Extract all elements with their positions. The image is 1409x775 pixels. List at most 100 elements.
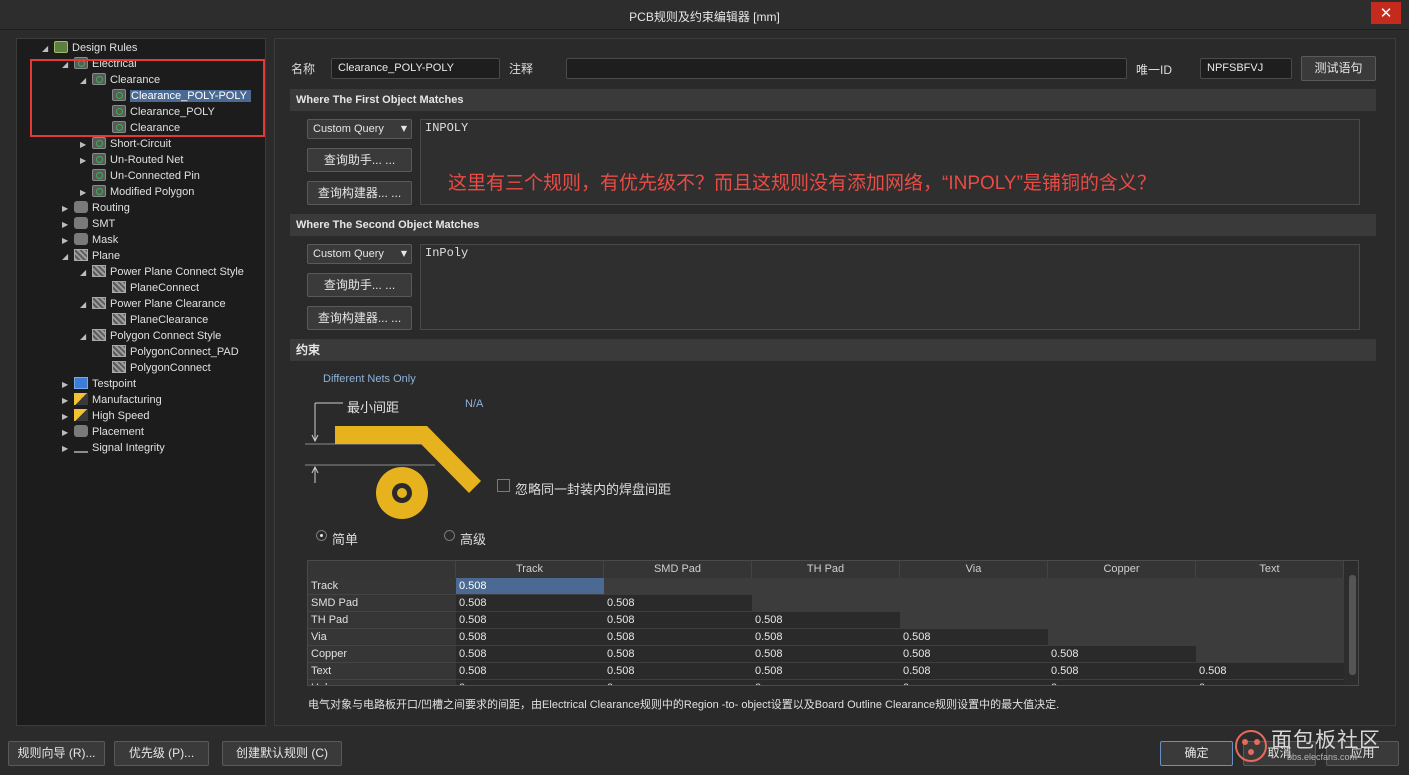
matrix-cell[interactable]: 0.508 <box>456 595 604 612</box>
unique-id-field[interactable]: NPFSBFVJ <box>1200 58 1292 79</box>
matrix-cell[interactable]: 0.508 <box>456 578 604 595</box>
expand-arrow-icon[interactable]: ▶ <box>62 233 74 249</box>
matrix-scrollbar[interactable] <box>1349 575 1356 675</box>
tree-item[interactable]: ▶ High Speed <box>62 408 150 424</box>
expand-arrow-icon[interactable]: ▶ <box>62 441 74 457</box>
tree-item[interactable]: ▶ Short-Circuit <box>80 136 171 152</box>
matrix-cell[interactable]: 0.508 <box>604 612 752 629</box>
unique-id-label: 唯一ID <box>1136 63 1173 77</box>
tree-item[interactable]: ◢ Polygon Connect Style <box>80 328 221 344</box>
tree-item-label: Placement <box>92 426 144 438</box>
tree-item[interactable]: Un-Connected Pin <box>80 168 200 184</box>
tree-item[interactable]: ▶ Routing <box>62 200 130 216</box>
expand-arrow-icon[interactable]: ▶ <box>62 201 74 217</box>
test-query-button[interactable]: 测试语句 <box>1301 56 1376 81</box>
matrix-column-header: TH Pad <box>752 561 900 578</box>
tree-item[interactable]: ▶ SMT <box>62 216 115 232</box>
tree-item[interactable]: ◢ Design Rules <box>42 40 137 56</box>
first-match-header: Where The First Object Matches <box>290 89 1376 111</box>
second-query-helper-button[interactable]: 查询助手... ... <box>307 273 412 297</box>
expand-arrow-icon[interactable]: ▶ <box>80 153 92 169</box>
tree-item[interactable]: ◢ Power Plane Clearance <box>80 296 226 312</box>
create-default-rules-button[interactable]: 创建默认规则 (C) <box>222 741 342 766</box>
matrix-cell[interactable]: 0.508 <box>752 629 900 646</box>
tree-item[interactable]: ◢ Power Plane Connect Style <box>80 264 244 280</box>
ok-button[interactable]: 确定 <box>1160 741 1233 766</box>
advanced-mode-label: 高级 <box>460 532 487 547</box>
collapse-arrow-icon[interactable]: ◢ <box>80 329 92 345</box>
expand-arrow-icon[interactable]: ▶ <box>62 425 74 441</box>
expand-arrow-icon[interactable]: ▶ <box>62 393 74 409</box>
first-query-type-dropdown[interactable]: Custom Query ▼ <box>307 119 412 139</box>
different-nets-only-link[interactable]: Different Nets Only <box>323 373 416 385</box>
matrix-cell[interactable]: 0.508 <box>900 629 1048 646</box>
matrix-cell[interactable]: 0.508 <box>900 646 1048 663</box>
collapse-arrow-icon[interactable]: ◢ <box>42 41 54 57</box>
priority-button[interactable]: 优先级 (P)... <box>114 741 209 766</box>
matrix-cell[interactable]: 0.508 <box>752 646 900 663</box>
matrix-cell[interactable]: 0.508 <box>456 629 604 646</box>
expand-arrow-icon[interactable]: ▶ <box>62 217 74 233</box>
tree-item[interactable]: PolygonConnect_PAD <box>100 344 239 360</box>
expand-arrow-icon[interactable]: ▶ <box>80 185 92 201</box>
plane-icon <box>74 249 88 261</box>
first-query-helper-button[interactable]: 查询助手... ... <box>307 148 412 172</box>
matrix-cell[interactable]: 0.508 <box>456 646 604 663</box>
matrix-cell[interactable]: 0.508 <box>604 595 752 612</box>
matrix-empty-cell <box>1196 646 1344 663</box>
matrix-cell[interactable]: 0 <box>1048 680 1196 685</box>
close-button[interactable]: ✕ <box>1371 2 1401 24</box>
collapse-arrow-icon[interactable]: ◢ <box>80 297 92 313</box>
tree-item[interactable]: PlaneConnect <box>100 280 199 296</box>
tree-item[interactable]: ▶ Manufacturing <box>62 392 162 408</box>
matrix-cell[interactable]: 0 <box>752 680 900 685</box>
tree-item[interactable]: PolygonConnect <box>100 360 211 376</box>
matrix-cell[interactable]: 0.508 <box>604 646 752 663</box>
matrix-cell[interactable]: 0.508 <box>1196 663 1344 680</box>
comment-field[interactable] <box>566 58 1127 79</box>
matrix-column-header: SMD Pad <box>604 561 752 578</box>
matrix-cell[interactable]: 0.508 <box>604 629 752 646</box>
plane-rule-icon <box>112 361 126 373</box>
matrix-cell[interactable]: 0 <box>456 680 604 685</box>
collapse-arrow-icon[interactable]: ◢ <box>80 265 92 281</box>
rule-wizard-button[interactable]: 规则向导 (R)... <box>8 741 105 766</box>
second-query-builder-button[interactable]: 查询构建器... ... <box>307 306 412 330</box>
tree-item[interactable]: ▶ Placement <box>62 424 144 440</box>
collapse-arrow-icon[interactable]: ◢ <box>62 249 74 265</box>
second-match-header: Where The Second Object Matches <box>290 214 1376 236</box>
second-query-type-dropdown[interactable]: Custom Query ▼ <box>307 244 412 264</box>
tree-item[interactable]: ▶ Signal Integrity <box>62 440 165 456</box>
folder-icon <box>54 41 68 53</box>
advanced-mode-radio[interactable] <box>444 530 455 541</box>
matrix-cell[interactable]: 0 <box>1196 680 1344 685</box>
name-field[interactable]: Clearance_POLY-POLY <box>331 58 500 79</box>
tree-item[interactable]: ▶ Testpoint <box>62 376 136 392</box>
expand-arrow-icon[interactable]: ▶ <box>62 377 74 393</box>
tree-item[interactable]: PlaneClearance <box>100 312 208 328</box>
tree-item[interactable]: ▶ Modified Polygon <box>80 184 194 200</box>
matrix-cell[interactable]: 0.508 <box>900 663 1048 680</box>
matrix-cell[interactable]: 0.508 <box>752 612 900 629</box>
tree-item[interactable]: ▶ Mask <box>62 232 118 248</box>
tree-item[interactable]: ◢ Plane <box>62 248 120 264</box>
matrix-cell[interactable]: 0.508 <box>1048 663 1196 680</box>
rule-icon <box>92 169 106 181</box>
matrix-cell[interactable]: 0.508 <box>752 663 900 680</box>
high-speed-icon <box>74 409 88 421</box>
matrix-cell[interactable]: 0 <box>604 680 752 685</box>
matrix-cell[interactable]: 0.508 <box>456 612 604 629</box>
first-query-builder-button[interactable]: 查询构建器... ... <box>307 181 412 205</box>
plane-rule-icon <box>112 281 126 293</box>
expand-arrow-icon[interactable]: ▶ <box>80 137 92 153</box>
expand-arrow-icon[interactable]: ▶ <box>62 409 74 425</box>
tree-item-label: Design Rules <box>72 42 138 54</box>
second-query-editor[interactable]: InPoly <box>420 244 1360 330</box>
ignore-pad-clearance-checkbox[interactable] <box>497 479 510 492</box>
simple-mode-radio[interactable] <box>316 530 327 541</box>
matrix-cell[interactable]: 0.508 <box>604 663 752 680</box>
matrix-cell[interactable]: 0.508 <box>1048 646 1196 663</box>
matrix-cell[interactable]: 0 <box>900 680 1048 685</box>
matrix-cell[interactable]: 0.508 <box>456 663 604 680</box>
tree-item[interactable]: ▶ Un-Routed Net <box>80 152 183 168</box>
